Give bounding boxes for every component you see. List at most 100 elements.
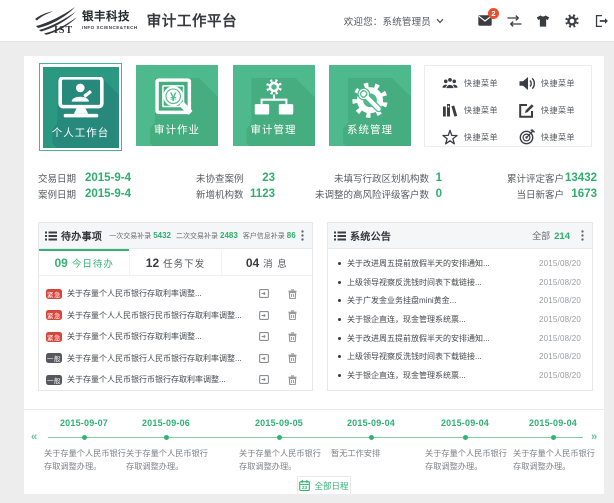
normal-badge: 一般 xyxy=(46,375,62,385)
trash-icon[interactable] xyxy=(288,353,297,363)
todo-summary-item: 一次交易补录 5432 xyxy=(109,231,171,241)
trash-icon[interactable] xyxy=(288,310,297,320)
timeline-line xyxy=(48,437,583,438)
stats-risk-group: 未填写行政区划机构数 1 未调整的高风险评级客户数 0 xyxy=(313,170,442,202)
todo-item[interactable]: 紧急 关于存量个人民币银行存取利率调整... xyxy=(39,326,312,348)
list-icon xyxy=(45,231,57,241)
kebab-menu-icon[interactable] xyxy=(579,228,586,243)
quick-menu-label: 快捷菜单 xyxy=(541,132,575,143)
timeline-next-icon[interactable]: » xyxy=(591,431,596,443)
todo-summary-item: 客户信息补录 86 xyxy=(243,231,296,241)
announcement-item[interactable]: 上级领导视察反洗钱时间表下载链接... 2015/08/20 xyxy=(328,273,592,292)
tile-personal-workbench[interactable]: 个人工作台 xyxy=(39,63,122,151)
tab-today-todo[interactable]: 09 今日待办 xyxy=(39,249,129,275)
timeline-prev-icon[interactable]: « xyxy=(31,431,36,443)
bullet-icon xyxy=(338,337,341,340)
svg-text:23: 23 xyxy=(302,485,308,490)
timeline-dot xyxy=(551,435,556,440)
stat-value: 1123 xyxy=(246,188,275,200)
todo-tabs: 09 今日待办 12 任务下发 04 消 息 xyxy=(39,249,312,276)
quick-menu-item[interactable]: 快捷菜单 xyxy=(519,129,575,145)
quick-menu-label: 快捷菜单 xyxy=(541,105,575,116)
svg-text:¥: ¥ xyxy=(170,91,177,104)
todo-item[interactable]: 紧急 关于存量个人民币银行存取利率调整... xyxy=(39,283,312,305)
trash-icon[interactable] xyxy=(288,289,297,299)
timeline-dot xyxy=(164,435,169,440)
stat-value: 23 xyxy=(246,172,275,184)
announcement-all-label[interactable]: 全部 xyxy=(532,229,550,242)
announcement-item[interactable]: 关于银企直连，现金管理系统票... 2015/08/20 xyxy=(328,366,592,385)
announcement-item[interactable]: 关于改进周五提前放假半天的安排通知... 2015/08/20 xyxy=(328,329,592,348)
todo-item[interactable]: 一般 关于存量个人民币银行人民币银行存取利率调整... xyxy=(39,348,312,370)
stat-value: 0 xyxy=(429,188,442,200)
announcement-item[interactable]: 关于广发金业务挂盘mini黄金... 2015/08/20 xyxy=(328,291,592,310)
kebab-menu-icon[interactable] xyxy=(299,228,306,243)
stat-value: 13432 xyxy=(564,172,597,184)
list-icon xyxy=(334,231,346,241)
forward-icon[interactable] xyxy=(259,289,269,298)
urgent-badge: 紧急 xyxy=(46,310,62,320)
top-header: IST 银丰科技 INFO SCIENCE&TECH 审计工作平台 欢迎您：系统… xyxy=(0,0,614,42)
tab-messages[interactable]: 04 消 息 xyxy=(221,249,312,275)
quick-menu-item[interactable]: 快捷菜单 xyxy=(442,102,498,118)
tile-system-management[interactable]: 系统管理 xyxy=(329,65,411,146)
announcement-item[interactable]: 上级领导视察反洗钱时间表下载链接... 2015/08/20 xyxy=(328,347,592,366)
quick-menu-label: 快捷菜单 xyxy=(464,78,498,89)
users-icon xyxy=(442,75,458,91)
tile-audit-operation[interactable]: ¥ 审计作业 xyxy=(136,65,218,146)
stat-label: 交易日期 xyxy=(38,171,85,185)
company-name-en: INFO SCIENCE&TECH xyxy=(82,25,138,30)
timeline-dot xyxy=(463,435,468,440)
tab-task-dispatch[interactable]: 12 任务下发 xyxy=(129,249,220,275)
stat-label: 案例日期 xyxy=(38,187,85,201)
stats-customers-group: 累计评定客户 13432 当日新客户 1673 xyxy=(474,170,597,202)
stat-value: 1 xyxy=(429,172,442,184)
stat-value: 1673 xyxy=(564,188,597,200)
welcome-user-label[interactable]: 欢迎您：系统管理员 xyxy=(344,14,431,28)
trash-icon[interactable] xyxy=(288,332,297,342)
bullet-icon xyxy=(338,299,341,302)
forward-icon[interactable] xyxy=(259,311,269,320)
stats-cases-group: 未协查案例 23 新增机构数 1123 xyxy=(196,170,275,202)
company-name-block: 银丰科技 INFO SCIENCE&TECH xyxy=(82,11,138,30)
logout-icon[interactable] xyxy=(593,13,609,29)
all-schedule-button[interactable]: 23 全部日程 xyxy=(297,476,351,494)
gear-icon[interactable] xyxy=(564,13,580,29)
bullet-icon xyxy=(338,262,341,265)
forward-icon[interactable] xyxy=(259,332,269,341)
bullet-icon xyxy=(338,374,341,377)
notification-badge: 2 xyxy=(488,8,499,19)
messages-icon[interactable]: 2 xyxy=(477,13,493,29)
todo-summary-item: 二次交易补录 2483 xyxy=(176,231,238,241)
star-icon xyxy=(442,129,458,145)
todo-item[interactable]: 紧急 关于存量个人人民币银行民币银行存取利率调整... xyxy=(39,305,312,327)
forward-icon[interactable] xyxy=(259,354,269,363)
theme-tshirt-icon[interactable] xyxy=(535,13,551,29)
todo-panel-title: 待办事项 xyxy=(61,228,102,243)
announcement-panel-header: 系统公告 全部 214 xyxy=(328,223,592,249)
quick-menu-item[interactable]: 快捷菜单 xyxy=(519,102,575,118)
company-name: 银丰科技 xyxy=(82,11,138,23)
announcement-item[interactable]: 关于银企直连，现金管理系统票... 2015/08/20 xyxy=(328,310,592,329)
swap-arrows-icon[interactable] xyxy=(506,13,522,29)
workbench-monitor-icon xyxy=(58,77,104,124)
chevron-down-icon[interactable] xyxy=(436,18,444,24)
forward-icon[interactable] xyxy=(259,375,269,384)
quick-menu-item[interactable]: 快捷菜单 xyxy=(442,129,498,145)
announcement-panel: 系统公告 全部 214 关于改进周五提前放假半天的安排通知... 2015/08… xyxy=(327,222,593,391)
stat-value: 2015-9-4 xyxy=(85,188,131,200)
quick-menu-item[interactable]: 快捷菜单 xyxy=(519,75,575,91)
timeline-dot xyxy=(369,435,374,440)
books-icon xyxy=(442,102,458,118)
stat-label: 未协查案例 xyxy=(196,171,246,185)
stat-label: 未调整的高风险评级客户数 xyxy=(313,187,429,201)
todo-item[interactable]: 一般 关于存量个人民币银行币银行存取利率调整... xyxy=(39,369,312,391)
quick-menu-label: 快捷菜单 xyxy=(464,132,498,143)
announcement-item[interactable]: 关于改进周五提前放假半天的安排通知... 2015/08/20 xyxy=(328,254,592,273)
quick-menu-item[interactable]: 快捷菜单 xyxy=(442,75,498,91)
all-schedule-label: 全部日程 xyxy=(314,480,348,492)
trash-icon[interactable] xyxy=(288,375,297,385)
main-content-card: 个人工作台 ¥ 审计作业 xyxy=(24,56,604,494)
tile-audit-management[interactable]: 审计管理 xyxy=(233,65,315,146)
logo-area: IST 银丰科技 INFO SCIENCE&TECH 审计工作平台 xyxy=(34,6,237,36)
